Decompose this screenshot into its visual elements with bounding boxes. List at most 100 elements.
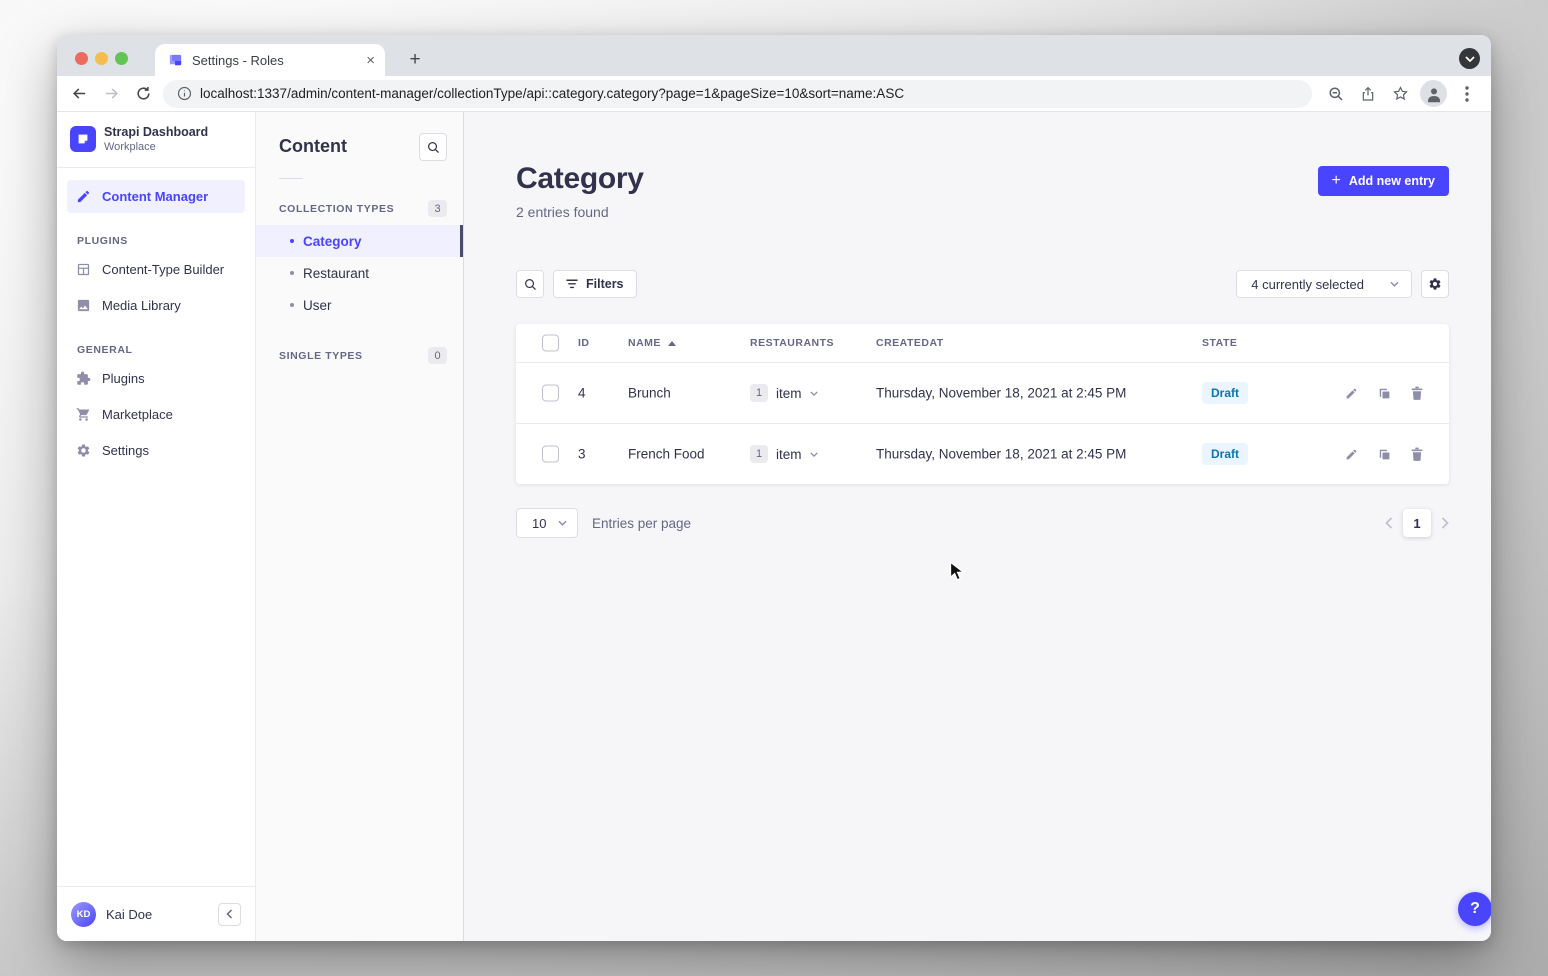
column-header-createdat[interactable]: CREATEDAT <box>876 337 944 349</box>
column-header-state[interactable]: STATE <box>1202 337 1237 349</box>
brand[interactable]: Strapi Dashboard Workplace <box>57 112 255 165</box>
scrollbar-thumb[interactable] <box>460 225 463 257</box>
table-row[interactable]: 3 French Food 1 item Thursday, November … <box>516 423 1449 484</box>
browser-menu-icon[interactable] <box>1451 78 1483 110</box>
sidebar-item-content-type-builder[interactable]: Content-Type Builder <box>67 253 245 286</box>
gear-icon <box>75 443 91 459</box>
sidebar-item-label: Settings <box>102 443 149 458</box>
url-bar[interactable]: localhost:1337/admin/content-manager/col… <box>163 80 1312 108</box>
site-info-icon[interactable] <box>177 86 192 101</box>
browser-tab[interactable]: Settings - Roles × <box>155 44 385 76</box>
column-header-restaurants[interactable]: RESTAURANTS <box>750 337 834 349</box>
delete-icon[interactable] <box>1411 386 1423 400</box>
browser-toolbar: localhost:1337/admin/content-manager/col… <box>57 76 1491 112</box>
sidebar-item-plugins[interactable]: Plugins <box>67 362 245 395</box>
help-button[interactable]: ? <box>1458 892 1491 926</box>
share-icon[interactable] <box>1352 78 1384 110</box>
columns-select-value: 4 currently selected <box>1251 277 1364 292</box>
table-settings-button[interactable] <box>1421 270 1449 298</box>
duplicate-icon[interactable] <box>1378 387 1391 400</box>
strapi-app: Strapi Dashboard Workplace Content Manag… <box>57 112 1491 941</box>
restaurants-count-badge: 1 <box>750 384 768 402</box>
page-number-button[interactable]: 1 <box>1403 509 1431 537</box>
subsidebar-title: Content <box>279 136 347 157</box>
bullet-icon <box>290 303 294 307</box>
next-page-button[interactable] <box>1441 517 1449 529</box>
entries-per-page-label: Entries per page <box>592 516 691 531</box>
cell-name: Brunch <box>628 386 671 401</box>
main-content: Category 2 entries found + Add new entry <box>464 112 1491 941</box>
sidebar-item-content-manager[interactable]: Content Manager <box>67 180 245 213</box>
layout-icon <box>75 262 91 278</box>
subsidebar-item-label: Category <box>303 234 362 249</box>
zoom-icon[interactable] <box>1320 78 1352 110</box>
restaurants-label: item <box>776 386 802 401</box>
cart-icon <box>75 407 91 423</box>
cell-id: 3 <box>578 447 586 462</box>
chevron-down-button[interactable] <box>1459 48 1480 69</box>
column-header-name[interactable]: NAME <box>628 337 676 349</box>
cell-name: French Food <box>628 447 705 462</box>
entries-table: ID NAME RESTAURANTS CREATEDAT STATE 4 Br… <box>516 324 1449 484</box>
pen-icon <box>75 189 91 205</box>
restaurants-label: item <box>776 447 802 462</box>
table-row[interactable]: 4 Brunch 1 item Thursday, November 18, 2… <box>516 362 1449 423</box>
state-badge: Draft <box>1202 443 1248 465</box>
add-new-entry-button[interactable]: + Add new entry <box>1318 166 1449 196</box>
sidebar-divider <box>57 167 255 168</box>
reload-button[interactable] <box>127 78 159 110</box>
entries-found-text: 2 entries found <box>516 204 644 220</box>
sidebar-item-label: Content Manager <box>102 189 208 204</box>
puzzle-icon <box>75 371 91 387</box>
chevron-down-icon <box>1390 281 1399 287</box>
minimize-window-button[interactable] <box>95 52 108 65</box>
sidebar-item-label: Marketplace <box>102 407 173 422</box>
collapse-sidebar-button[interactable] <box>218 903 241 926</box>
filters-button[interactable]: Filters <box>553 270 637 298</box>
page-size-select[interactable]: 10 <box>516 508 578 538</box>
previous-page-button[interactable] <box>1385 517 1393 529</box>
single-types-label: SINGLE TYPES <box>279 350 363 362</box>
cell-createdat: Thursday, November 18, 2021 at 2:45 PM <box>876 386 1126 401</box>
strapi-logo-icon <box>70 126 96 152</box>
edit-icon[interactable] <box>1345 448 1358 461</box>
table-search-button[interactable] <box>516 270 544 298</box>
sidebar-item-marketplace[interactable]: Marketplace <box>67 398 245 431</box>
cell-id: 4 <box>578 386 586 401</box>
maximize-window-button[interactable] <box>115 52 128 65</box>
plus-icon: + <box>1332 172 1341 190</box>
sidebar-item-label: Plugins <box>102 371 145 386</box>
subsidebar-item-label: Restaurant <box>303 266 369 281</box>
collection-types-count-badge: 3 <box>428 200 447 217</box>
select-all-checkbox[interactable] <box>542 335 559 352</box>
subsidebar-item-category[interactable]: Category <box>256 225 463 257</box>
toolbar-right <box>1320 78 1483 110</box>
columns-select[interactable]: 4 currently selected <box>1236 270 1412 298</box>
chevron-down-icon[interactable] <box>810 391 818 396</box>
edit-icon[interactable] <box>1345 387 1358 400</box>
sidebar-item-media-library[interactable]: Media Library <box>67 289 245 322</box>
bookmark-star-icon[interactable] <box>1384 78 1416 110</box>
tab-close-icon[interactable]: × <box>366 53 375 68</box>
image-icon <box>75 298 91 314</box>
close-window-button[interactable] <box>75 52 88 65</box>
tab-strip: Settings - Roles × + <box>57 35 1491 76</box>
user-avatar[interactable]: KD <box>71 902 96 927</box>
back-button[interactable] <box>63 78 95 110</box>
sidebar-item-settings[interactable]: Settings <box>67 434 245 467</box>
content-search-button[interactable] <box>419 133 447 161</box>
sort-asc-icon <box>668 341 676 346</box>
new-tab-button[interactable]: + <box>402 47 428 73</box>
bullet-icon <box>290 271 294 275</box>
delete-icon[interactable] <box>1411 447 1423 461</box>
subsidebar-item-user[interactable]: User <box>256 289 463 321</box>
row-checkbox[interactable] <box>542 385 559 402</box>
column-header-id[interactable]: ID <box>578 337 590 349</box>
browser-profile-avatar[interactable] <box>1420 80 1447 107</box>
subsidebar-item-restaurant[interactable]: Restaurant <box>256 257 463 289</box>
forward-button[interactable] <box>95 78 127 110</box>
duplicate-icon[interactable] <box>1378 448 1391 461</box>
row-checkbox[interactable] <box>542 446 559 463</box>
page-title: Category <box>516 162 644 196</box>
chevron-down-icon[interactable] <box>810 452 818 457</box>
